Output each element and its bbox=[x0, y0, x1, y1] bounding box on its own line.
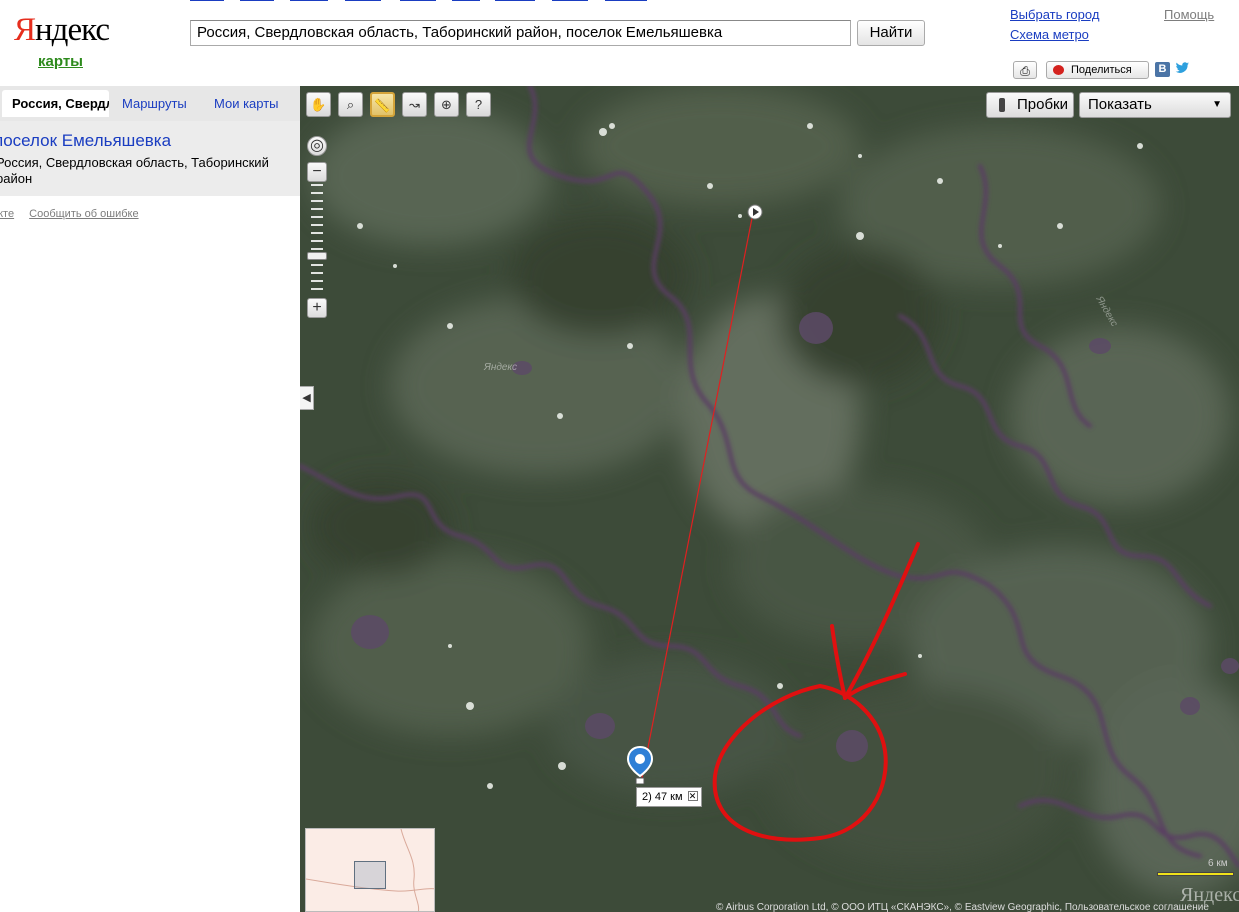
overview-minimap[interactable] bbox=[305, 828, 435, 912]
zoom-slider[interactable] bbox=[309, 182, 325, 294]
dropdown-arrow-icon: ▼ bbox=[1212, 99, 1222, 110]
placemark-icon: ⊕ bbox=[441, 97, 452, 112]
magnifier-tool-button[interactable]: ⌕ bbox=[338, 92, 363, 117]
cursor-question-icon: ? bbox=[474, 97, 483, 112]
tab-bar: Россия, Свердловская Маршруты Мои карты bbox=[0, 86, 300, 121]
recenter-button[interactable]: ◎ bbox=[307, 136, 327, 156]
ruler-icon: 📏 bbox=[374, 98, 391, 113]
print-button[interactable]: ⎙ bbox=[1013, 61, 1037, 79]
search-result-card[interactable]: поселок Емельяшевка Россия, Свердловская… bbox=[0, 121, 300, 196]
map-watermark: Яндекс bbox=[484, 362, 518, 373]
placemark-pin[interactable] bbox=[626, 745, 654, 785]
collapse-panel-button[interactable]: ◀ bbox=[300, 386, 314, 410]
yandex-logo[interactable]: Яндекс bbox=[14, 12, 110, 48]
layer-select[interactable]: Показать ▼ bbox=[1079, 92, 1231, 118]
pan-tool-button[interactable]: ✋ bbox=[306, 92, 331, 117]
choose-city-link[interactable]: Выбрать город bbox=[1010, 7, 1099, 22]
add-point-tool-button[interactable]: ⊕ bbox=[434, 92, 459, 117]
traffic-button[interactable]: Пробки bbox=[986, 92, 1074, 118]
vkontakte-icon[interactable]: B bbox=[1155, 62, 1170, 77]
tab-my-maps[interactable]: Мои карты bbox=[214, 90, 279, 117]
share-label: Поделиться bbox=[1071, 64, 1132, 76]
scale-bar bbox=[1157, 872, 1234, 876]
layer-select-label: Показать bbox=[1088, 96, 1152, 113]
share-button[interactable]: Поделиться bbox=[1046, 61, 1149, 79]
search-input[interactable]: Россия, Свердловская область, Таборински… bbox=[190, 20, 851, 46]
zoom-in-button[interactable]: + bbox=[307, 298, 327, 318]
info-tool-button[interactable]: ? bbox=[466, 92, 491, 117]
search-button[interactable]: Найти bbox=[857, 20, 925, 46]
service-name-link[interactable]: карты bbox=[38, 53, 83, 70]
help-link[interactable]: Помощь bbox=[1164, 7, 1214, 22]
header: Яндекс карты Россия, Свердловская област… bbox=[0, 0, 1239, 86]
share-icon bbox=[1053, 65, 1064, 75]
map-view[interactable]: Яндекс Яндекс ◀ ✋ ⌕ 📏 ↝ ⊕ ? Пробки Показ… bbox=[300, 86, 1239, 912]
result-actions: екте Сообщить об ошибке bbox=[0, 208, 151, 220]
traffic-light-icon bbox=[999, 98, 1005, 112]
chevron-left-icon: ◀ bbox=[302, 392, 311, 404]
zoom-area-icon: ⌕ bbox=[346, 97, 355, 112]
minimap-viewport-frame[interactable] bbox=[354, 861, 386, 889]
result-address: Россия, Свердловская область, Таборински… bbox=[0, 155, 269, 186]
zoom-control: ◎ − + bbox=[307, 136, 327, 320]
route-icon: ↝ bbox=[409, 97, 420, 112]
result-title-link[interactable]: поселок Емельяшевка bbox=[0, 131, 171, 151]
zoom-slider-thumb[interactable] bbox=[307, 252, 327, 260]
report-error-link[interactable]: Сообщить об ошибке bbox=[29, 208, 138, 220]
metro-map-link[interactable]: Схема метро bbox=[1010, 27, 1089, 42]
minus-icon: − bbox=[312, 163, 322, 180]
route-tool-button[interactable]: ↝ bbox=[402, 92, 427, 117]
map-copyright: © Airbus Corporation Ltd, © ООО ИТЦ «СКА… bbox=[716, 902, 1209, 912]
printer-icon: ⎙ bbox=[1020, 64, 1030, 78]
plus-icon: + bbox=[312, 299, 322, 316]
compass-icon: ◎ bbox=[310, 137, 324, 154]
distance-label: 2) 47 км ✕ bbox=[636, 787, 702, 807]
result-object-link[interactable]: екте bbox=[0, 208, 14, 220]
twitter-icon[interactable] bbox=[1174, 61, 1190, 78]
close-icon[interactable]: ✕ bbox=[687, 791, 698, 801]
satellite-imagery bbox=[300, 86, 1239, 912]
scale-label: 6 км bbox=[1208, 858, 1228, 869]
service-links-row bbox=[190, 0, 650, 3]
logo-letter: Я bbox=[14, 12, 36, 48]
zoom-out-button[interactable]: − bbox=[307, 162, 327, 182]
distance-value: 2) 47 км bbox=[642, 791, 683, 803]
hand-icon: ✋ bbox=[310, 97, 327, 112]
traffic-label: Пробки bbox=[1017, 96, 1068, 113]
logo-text: ндекс bbox=[35, 12, 110, 48]
ruler-tool-button[interactable]: 📏 bbox=[370, 92, 395, 117]
tab-search-result[interactable]: Россия, Свердловская bbox=[2, 90, 109, 117]
left-panel: Россия, Свердловская Маршруты Мои карты … bbox=[0, 86, 300, 912]
tab-routes[interactable]: Маршруты bbox=[122, 90, 187, 117]
